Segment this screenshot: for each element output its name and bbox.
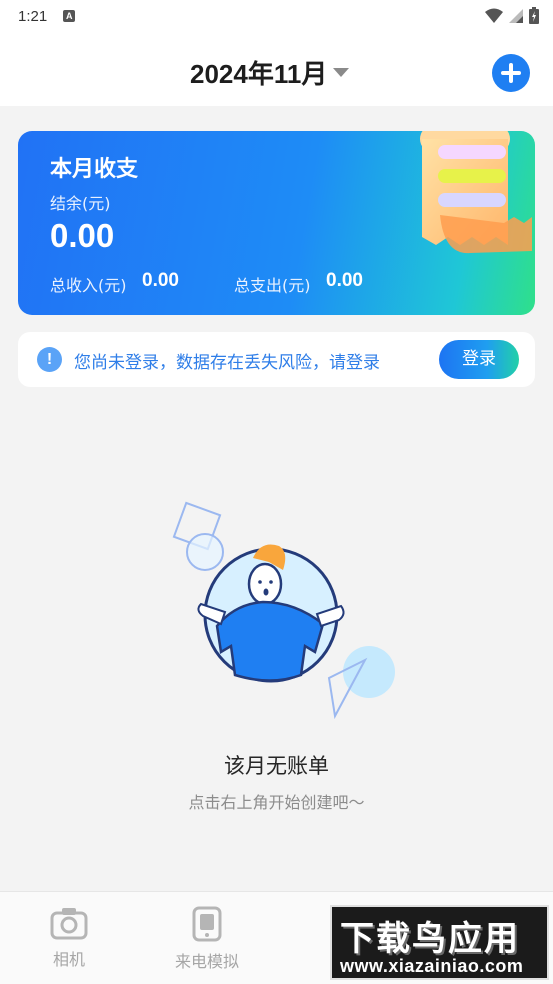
add-record-button[interactable] <box>492 54 530 92</box>
watermark-logo: 下载鸟应用 www.xiazainiao.com <box>330 905 549 980</box>
income-value: 0.00 <box>142 270 179 291</box>
wifi-icon <box>485 8 503 23</box>
balance-label: 结余(元) <box>50 194 111 213</box>
login-warning-text: 您尚未登录，数据存在丢失风险，请登录 <box>74 353 380 373</box>
header: 2024年11月 <box>0 32 553 106</box>
month-label: 2024年11月 <box>190 59 328 89</box>
login-banner: ! 您尚未登录，数据存在丢失风险，请登录 登录 <box>18 332 535 387</box>
camera-icon <box>50 908 88 940</box>
nav-item-call-simulation[interactable]: 来电模拟 <box>152 906 262 972</box>
caret-down-icon <box>333 68 350 77</box>
phone-icon <box>192 906 222 942</box>
status-icons <box>485 7 539 24</box>
nav-item-camera[interactable]: 相机 <box>14 906 124 970</box>
empty-state-hint: 点击右上角开始创建吧～ <box>188 793 365 812</box>
signal-icon <box>509 8 523 23</box>
income-label: 总收入(元) <box>50 276 127 295</box>
receipt-illustration-icon <box>420 131 532 254</box>
balance-value: 0.00 <box>50 217 115 254</box>
status-time: 1:21 <box>18 7 48 25</box>
watermark-main-text: 下载鸟应用 <box>340 919 520 959</box>
status-bar: 1:21 A <box>0 0 553 32</box>
expense-label: 总支出(元) <box>234 276 311 295</box>
battery-icon <box>529 7 539 24</box>
nav-label-call-simulation: 来电模拟 <box>174 952 239 971</box>
month-selector[interactable]: 2024年11月 <box>190 54 350 91</box>
empty-state-illustration <box>172 501 395 720</box>
notification-icon: A <box>63 10 76 22</box>
info-icon: ! <box>37 347 62 372</box>
expense-value: 0.00 <box>326 270 363 291</box>
watermark-url: www.xiazainiao.com <box>340 956 524 976</box>
monthly-summary-card: 本月收支 结余(元) 0.00 总收入(元) 0.00 总支出(元) 0.00 <box>18 131 535 315</box>
empty-state-title: 该月无账单 <box>224 754 329 778</box>
nav-label-camera: 相机 <box>52 950 85 969</box>
summary-title: 本月收支 <box>50 157 139 182</box>
login-button[interactable]: 登录 <box>439 340 519 379</box>
